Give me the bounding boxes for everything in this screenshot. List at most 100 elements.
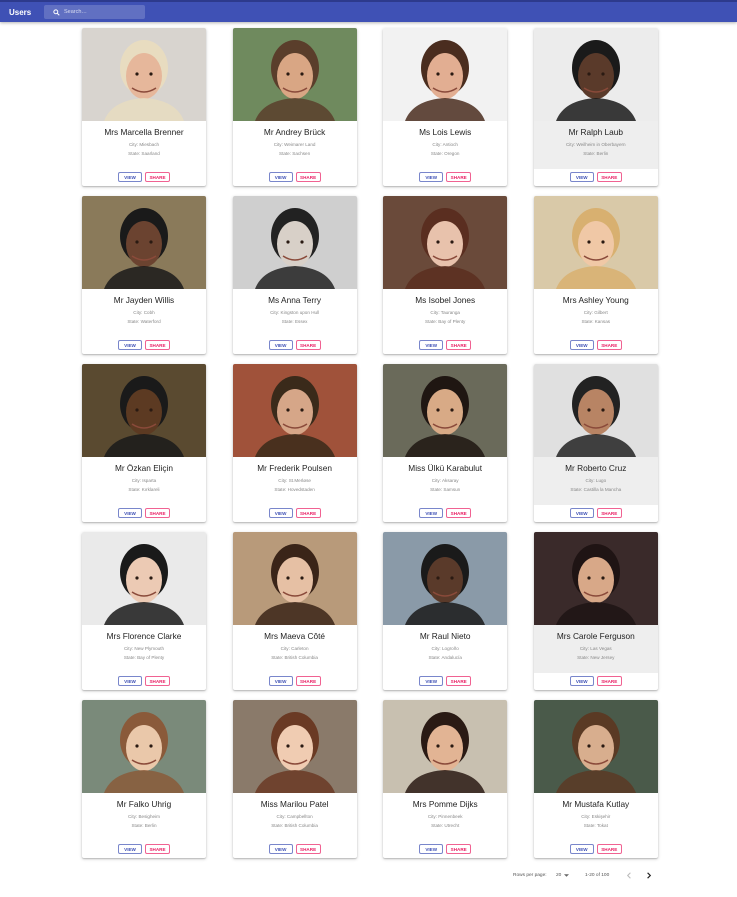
user-name: Miss Ülkü Karabulut: [408, 463, 483, 473]
share-button[interactable]: SHARE: [295, 172, 321, 182]
share-button[interactable]: SHARE: [295, 340, 321, 350]
share-button[interactable]: SHARE: [145, 676, 170, 686]
user-state: State: Bay of Plenty: [123, 655, 165, 660]
user-name: Mrs Marcella Brenner: [104, 127, 184, 137]
user-name: Mr Ralph Laub: [568, 127, 623, 137]
user-card: Mrs Marcella Brenner City: Miesbach Stat…: [82, 28, 206, 186]
view-button[interactable]: VIEW: [419, 340, 444, 350]
view-button[interactable]: VIEW: [569, 676, 594, 686]
user-card: Mr Frederik Poulsen City: St.Merløse Sta…: [232, 364, 357, 522]
share-button[interactable]: SHARE: [596, 844, 622, 854]
view-button[interactable]: VIEW: [419, 844, 444, 854]
view-button[interactable]: VIEW: [268, 676, 293, 686]
view-button[interactable]: VIEW: [268, 844, 293, 854]
share-button[interactable]: SHARE: [145, 844, 170, 854]
user-city: City: Cobh: [133, 310, 155, 315]
share-button[interactable]: SHARE: [446, 676, 472, 686]
share-button[interactable]: SHARE: [145, 172, 170, 182]
user-card-actions: VIEW SHARE: [383, 844, 507, 854]
user-card: Ms Lois Lewis City: Antioch State: Orego…: [383, 28, 508, 186]
user-photo: [82, 532, 206, 625]
user-photo: [533, 364, 658, 457]
user-state: State: Waterford: [127, 319, 161, 324]
view-button[interactable]: VIEW: [118, 844, 142, 854]
user-card-body: Mr Frederik Poulsen City: St.Merløse Sta…: [233, 457, 357, 505]
view-button[interactable]: VIEW: [419, 676, 444, 686]
user-state: State: Andalucía: [428, 655, 462, 660]
user-state: State: New Jersey: [577, 655, 615, 660]
user-card-body: Mr Ralph Laub City: Weilheim in Oberbaye…: [533, 121, 658, 169]
user-state: State: Saarland: [128, 151, 160, 156]
view-button[interactable]: VIEW: [268, 340, 293, 350]
view-button[interactable]: VIEW: [118, 172, 142, 182]
user-photo: [232, 364, 357, 457]
user-state: State: Samsun: [430, 487, 461, 492]
user-card-actions: VIEW SHARE: [233, 508, 357, 518]
app-title: Users: [9, 7, 32, 17]
user-card-body: Mr Jayden Willis City: Cobh State: Water…: [82, 289, 206, 337]
user-city: City: Aksaray: [431, 478, 459, 483]
view-button[interactable]: VIEW: [118, 676, 142, 686]
search-input[interactable]: [64, 9, 142, 15]
view-button[interactable]: VIEW: [118, 340, 142, 350]
share-button[interactable]: SHARE: [295, 508, 321, 518]
app-bar: Users: [0, 0, 737, 22]
previous-page-button[interactable]: [625, 871, 634, 880]
user-state: State: Utrecht: [431, 823, 460, 828]
user-photo: [533, 196, 658, 289]
chevron-right-icon: [647, 872, 652, 879]
user-state: State: British Columbia: [271, 655, 318, 660]
user-card-actions: VIEW SHARE: [82, 340, 206, 350]
user-photo: [232, 532, 357, 625]
user-card-actions: VIEW SHARE: [383, 340, 507, 350]
view-button[interactable]: VIEW: [419, 172, 444, 182]
user-photo: [82, 196, 206, 289]
view-button[interactable]: VIEW: [118, 508, 142, 518]
view-button[interactable]: VIEW: [569, 340, 594, 350]
user-card: Mr Jayden Willis City: Cobh State: Water…: [82, 196, 206, 354]
user-card: Ms Isobel Jones City: Tauranga State: Ba…: [383, 196, 508, 354]
share-button[interactable]: SHARE: [596, 340, 622, 350]
user-photo: [383, 196, 508, 289]
share-button[interactable]: SHARE: [145, 340, 170, 350]
user-card: Mrs Ashley Young City: Gilbert State: Ka…: [533, 196, 658, 354]
next-page-button[interactable]: [644, 871, 653, 880]
user-city: City: Logroño: [431, 646, 459, 651]
view-button[interactable]: VIEW: [419, 508, 444, 518]
user-name: Mr Jayden Willis: [113, 295, 175, 305]
share-button[interactable]: SHARE: [596, 676, 622, 686]
user-state: State: Tokat: [583, 823, 608, 828]
user-state: State: Berlin: [583, 151, 609, 156]
share-button[interactable]: SHARE: [596, 508, 622, 518]
share-button[interactable]: SHARE: [145, 508, 170, 518]
view-button[interactable]: VIEW: [268, 172, 293, 182]
user-card-actions: VIEW SHARE: [383, 508, 507, 518]
user-city: City: Tauranga: [430, 310, 460, 315]
user-card-actions: VIEW SHARE: [82, 676, 206, 686]
share-button[interactable]: SHARE: [446, 508, 472, 518]
share-button[interactable]: SHARE: [295, 844, 321, 854]
rows-per-page-label: Rows per page:: [513, 873, 547, 878]
share-button[interactable]: SHARE: [295, 676, 321, 686]
user-card-body: Mrs Marcella Brenner City: Miesbach Stat…: [82, 121, 206, 169]
user-card: Miss Marilou Patel City: Campbellton Sta…: [232, 700, 357, 858]
view-button[interactable]: VIEW: [569, 172, 594, 182]
user-name: Mrs Maeva Côté: [264, 631, 326, 641]
view-button[interactable]: VIEW: [268, 508, 293, 518]
rows-per-page-select[interactable]: 20: [556, 873, 570, 878]
user-card-actions: VIEW SHARE: [233, 340, 357, 350]
share-button[interactable]: SHARE: [446, 844, 472, 854]
search-box[interactable]: [44, 5, 145, 19]
user-city: City: Antioch: [432, 142, 458, 147]
view-button[interactable]: VIEW: [569, 844, 594, 854]
user-name: Miss Marilou Patel: [260, 799, 329, 809]
user-card: Mr Andrey Brück City: Weimarer Land Stat…: [232, 28, 357, 186]
user-card-body: Miss Ülkü Karabulut City: Aksaray State:…: [383, 457, 507, 505]
share-button[interactable]: SHARE: [446, 340, 472, 350]
view-button[interactable]: VIEW: [569, 508, 594, 518]
user-city: City: Gilbert: [583, 310, 608, 315]
user-photo: [82, 700, 206, 793]
share-button[interactable]: SHARE: [596, 172, 622, 182]
share-button[interactable]: SHARE: [446, 172, 472, 182]
user-city: City: Campbellton: [276, 814, 313, 819]
